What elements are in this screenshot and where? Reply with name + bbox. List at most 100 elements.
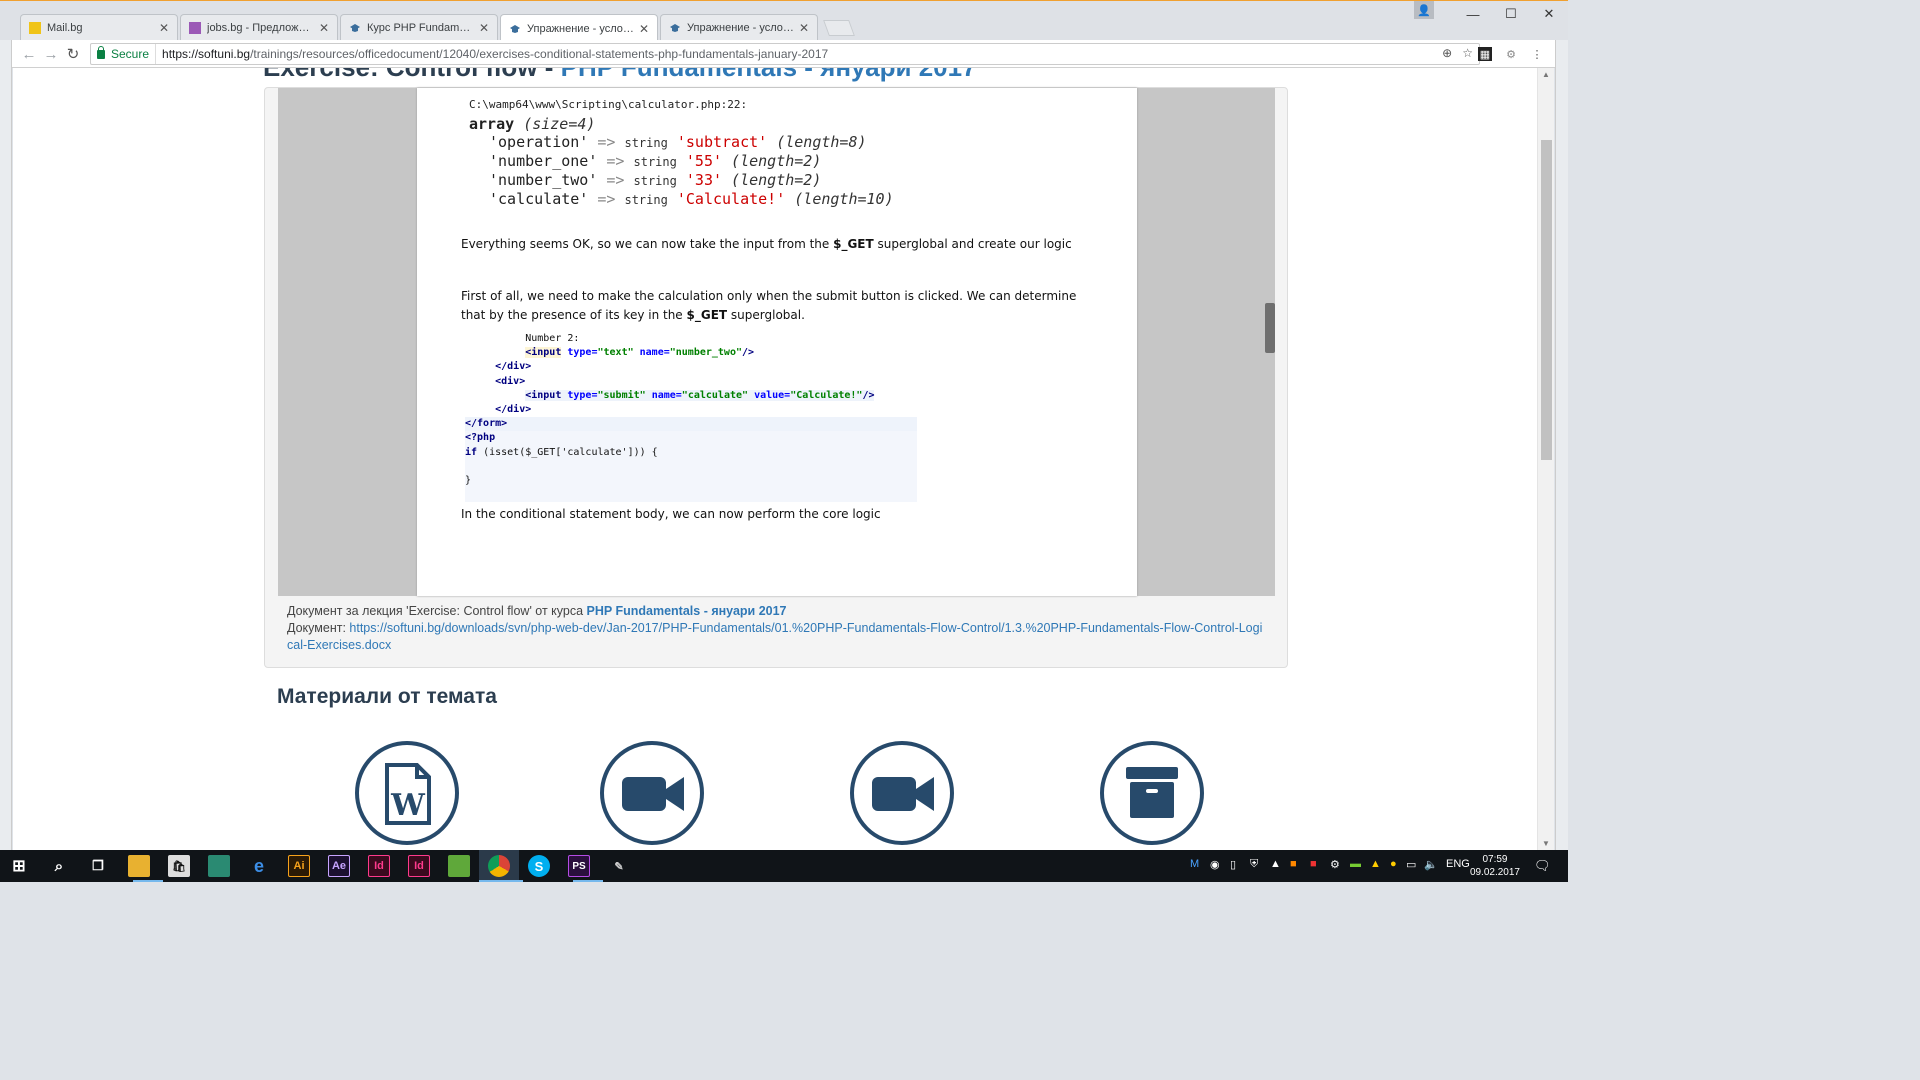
windows-taskbar: ⊞ ⌕ ❐ 🛍 e Ai Ae Id Id S PS ✎ M ◉ ▯ ⛨ ▲ ■…: [0, 850, 1568, 882]
doc-download-line: Документ: https://softuni.bg/downloads/s…: [287, 620, 1267, 654]
extension-icon[interactable]: ▦: [1478, 47, 1492, 61]
chrome-icon[interactable]: [488, 855, 510, 877]
back-arrow-icon[interactable]: ←: [20, 45, 38, 63]
code-attr: type=: [567, 389, 598, 401]
material-video-2[interactable]: [850, 741, 954, 845]
file-explorer-icon[interactable]: [128, 855, 150, 877]
maximize-icon[interactable]: ☐: [1492, 1, 1530, 27]
greenshot-icon[interactable]: [208, 855, 230, 877]
tab-exercise-active[interactable]: Упражнение - условни ✕: [500, 14, 658, 42]
illustrator-icon[interactable]: Ai: [288, 855, 310, 877]
document-viewer[interactable]: C:\wamp64\www\Scripting\calculator.php:2…: [278, 88, 1275, 596]
zoom-icon[interactable]: ⊕: [1442, 46, 1452, 60]
taskbar-clock[interactable]: 07:59 09.02.2017: [1470, 853, 1520, 879]
page-title-course-link[interactable]: PHP Fundamentals - януари 2017: [561, 68, 977, 82]
array-word: array: [469, 115, 515, 133]
code-text: }: [465, 475, 472, 487]
menu-kebab-icon[interactable]: ⋮: [1530, 47, 1544, 61]
tab-jobsbg[interactable]: jobs.bg - Предложения ✕: [180, 14, 338, 41]
tray-icon[interactable]: ■: [1290, 858, 1297, 870]
row-arrow: =>: [606, 171, 625, 189]
tab-exercise[interactable]: Упражнение - условни ✕: [660, 14, 818, 41]
scroll-down-icon[interactable]: ▼: [1542, 839, 1550, 848]
language-indicator[interactable]: ENG: [1446, 858, 1470, 870]
row-type: string: [624, 193, 668, 207]
address-bar[interactable]: Secure https://softuni.bg/trainings/reso…: [90, 43, 1480, 65]
secure-indicator[interactable]: Secure: [91, 44, 157, 64]
tab-title: Упражнение - условни: [687, 22, 795, 34]
page-scrollbar[interactable]: ▲ ▼: [1537, 68, 1554, 850]
material-video-1[interactable]: [600, 741, 704, 845]
bookmark-star-icon[interactable]: ☆: [1462, 46, 1473, 60]
close-icon[interactable]: ✕: [319, 21, 329, 35]
code-tag: <input: [525, 347, 562, 359]
network-icon[interactable]: ▭: [1406, 858, 1416, 871]
tray-icon[interactable]: ◉: [1210, 858, 1220, 871]
tray-icon[interactable]: ▯: [1230, 858, 1236, 871]
tab-mailbg[interactable]: Mail.bg ✕: [20, 14, 178, 41]
extension-gear-icon[interactable]: ⚙: [1504, 47, 1518, 61]
notepad-plus-icon[interactable]: [448, 855, 470, 877]
tray-icon[interactable]: ⚙: [1330, 858, 1340, 871]
search-icon[interactable]: ⌕: [48, 855, 70, 877]
indesign-icon-2[interactable]: Id: [408, 855, 430, 877]
viewer-scrollbar[interactable]: [1265, 303, 1275, 353]
windows-start-icon[interactable]: ⊞: [8, 855, 30, 877]
xdebug-array-header: array (size=4): [469, 115, 894, 133]
document-download-link[interactable]: https://softuni.bg/downloads/svn/php-web…: [287, 621, 1262, 652]
paragraph-text: Everything seems OK, so we can now take …: [461, 237, 834, 251]
notification-icon[interactable]: 🗨: [1534, 858, 1551, 874]
store-icon[interactable]: 🛍: [168, 855, 190, 877]
row-length: (length=2): [731, 171, 822, 189]
code-string: "calculate": [681, 389, 749, 401]
edge-icon[interactable]: e: [248, 855, 270, 877]
tray-icon[interactable]: M: [1190, 858, 1199, 870]
code-php-open: <?php: [465, 432, 496, 444]
code-string: "submit": [597, 389, 646, 401]
indesign-icon[interactable]: Id: [368, 855, 390, 877]
row-arrow: =>: [597, 190, 616, 208]
close-icon[interactable]: ✕: [479, 21, 489, 35]
url-text[interactable]: https://softuni.bg/trainings/resources/o…: [156, 47, 828, 61]
row-length: (length=8): [776, 133, 867, 151]
misc-app-icon[interactable]: ✎: [608, 855, 630, 877]
window-controls: — ☐ ✕: [1454, 1, 1568, 27]
shield-icon[interactable]: ⛨: [1250, 858, 1258, 871]
tray-icon[interactable]: ●: [1390, 858, 1397, 870]
row-type: string: [633, 155, 677, 169]
code-string: "number_two": [669, 347, 742, 359]
code-tag: />: [862, 389, 875, 401]
code-line: </form>: [465, 417, 917, 432]
volume-icon[interactable]: 🔈: [1424, 858, 1438, 871]
tray-icon[interactable]: ▲: [1270, 858, 1281, 870]
phpstorm-icon[interactable]: PS: [568, 855, 590, 877]
row-key: 'number_two': [489, 171, 598, 189]
new-tab-button[interactable]: [823, 20, 855, 36]
skype-icon[interactable]: S: [528, 855, 550, 877]
close-icon[interactable]: ✕: [639, 22, 649, 36]
material-word-document[interactable]: W: [355, 741, 459, 845]
material-archive[interactable]: [1100, 741, 1204, 845]
scrollbar-thumb[interactable]: [1541, 140, 1552, 460]
code-keyword: if: [465, 446, 478, 458]
close-window-icon[interactable]: ✕: [1530, 1, 1568, 27]
course-link[interactable]: PHP Fundamentals - януари 2017: [587, 604, 787, 618]
php-block: <?php if (isset($_GET['calculate'])) { }: [465, 431, 917, 503]
reload-icon[interactable]: ↻: [64, 45, 82, 63]
scroll-up-icon[interactable]: ▲: [1542, 70, 1550, 79]
close-icon[interactable]: ✕: [159, 21, 169, 35]
after-effects-icon[interactable]: Ae: [328, 855, 350, 877]
forward-arrow-icon[interactable]: →: [42, 45, 60, 63]
task-view-icon[interactable]: ❐: [87, 855, 109, 877]
profile-icon[interactable]: 👤: [1414, 1, 1434, 19]
minimize-icon[interactable]: —: [1454, 1, 1492, 27]
paragraph-submit-check: First of all, we need to make the calcul…: [461, 287, 1101, 325]
lock-icon: [97, 45, 105, 59]
tray-icon[interactable]: ▲: [1370, 858, 1381, 870]
softuni-favicon-icon: [349, 22, 361, 34]
tray-icon[interactable]: ▬: [1350, 858, 1361, 870]
tab-php-course[interactable]: Курс PHP Fundamentals ✕: [340, 14, 498, 41]
tray-icon[interactable]: ■: [1310, 858, 1317, 870]
close-icon[interactable]: ✕: [799, 21, 809, 35]
